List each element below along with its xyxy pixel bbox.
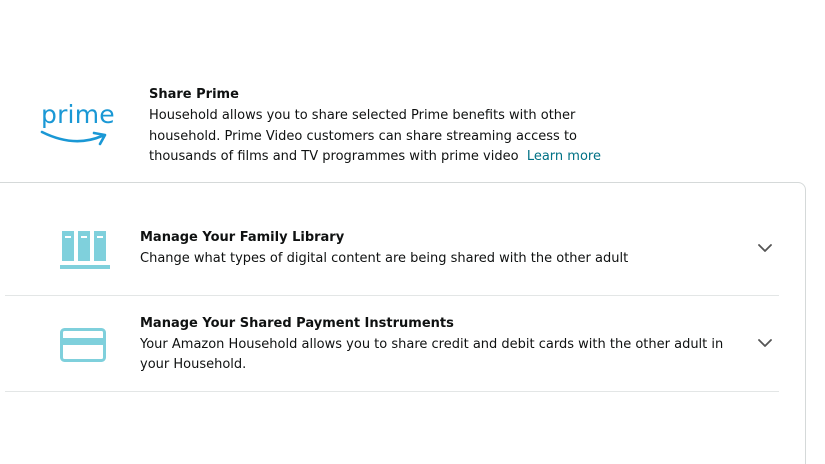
chevron-down-icon[interactable] [756, 239, 774, 257]
household-sharing-page: prime Share Prime Household allows you t… [0, 0, 825, 464]
credit-card-icon [60, 328, 106, 366]
family-library-description: Change what types of digital content are… [140, 251, 629, 266]
share-prime-description-text: Household allows you to share selected P… [149, 108, 577, 164]
family-library-title: Manage Your Family Library [140, 230, 345, 245]
library-icon [60, 229, 110, 277]
prime-logo: prime [40, 100, 115, 152]
payment-instruments-description: Your Amazon Household allows you to shar… [140, 337, 724, 372]
share-prime-section: Share Prime Household allows you to shar… [149, 86, 619, 168]
payment-instruments-title: Manage Your Shared Payment Instruments [140, 316, 454, 331]
share-prime-description: Household allows you to share selected P… [149, 106, 619, 168]
chevron-down-icon[interactable] [756, 334, 774, 352]
smile-arrow-icon [40, 130, 107, 146]
share-prime-title: Share Prime [149, 87, 239, 102]
payment-instruments-text: Manage Your Shared Payment Instruments Y… [140, 315, 730, 375]
section-divider [5, 295, 779, 296]
sharing-options-card: Manage Your Family Library Change what t… [0, 182, 806, 464]
prime-logo-word: prime [41, 100, 115, 129]
family-library-text: Manage Your Family Library Change what t… [140, 229, 730, 269]
section-divider [5, 391, 779, 392]
learn-more-link[interactable]: Learn more [527, 149, 601, 164]
